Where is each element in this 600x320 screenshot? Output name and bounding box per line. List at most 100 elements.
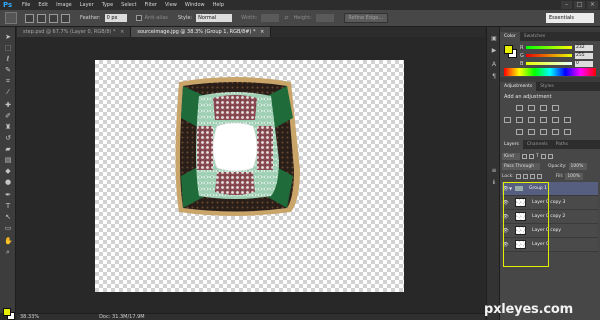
- opacity-input[interactable]: 100%: [568, 162, 587, 170]
- move-tool-icon[interactable]: ➤: [4, 33, 12, 41]
- marquee-tool-icon[interactable]: ⬚: [4, 44, 12, 52]
- menu-file[interactable]: File: [22, 2, 30, 8]
- filter-kind-select[interactable]: Kind: [502, 152, 520, 160]
- menu-layer[interactable]: Layer: [80, 2, 94, 8]
- close-window-button[interactable]: ×: [587, 1, 598, 9]
- menu-image[interactable]: Image: [56, 2, 72, 8]
- subtract-selection-icon[interactable]: [49, 13, 58, 23]
- lock-transparent-icon[interactable]: [515, 173, 521, 179]
- paragraph-panel-icon[interactable]: ¶: [490, 73, 498, 81]
- pen-tool-icon[interactable]: ✒: [4, 191, 12, 199]
- clone-stamp-tool-icon[interactable]: ♜: [4, 123, 12, 131]
- filter-shape-icon[interactable]: [540, 153, 546, 159]
- width-input[interactable]: [261, 14, 280, 22]
- lock-position-icon[interactable]: [529, 173, 535, 179]
- color-balance-icon[interactable]: [528, 117, 535, 123]
- antialias-checkbox[interactable]: [135, 15, 142, 21]
- levels-icon[interactable]: [528, 105, 535, 111]
- green-slider[interactable]: [526, 54, 572, 57]
- close-icon[interactable]: ×: [260, 29, 264, 35]
- invert-icon[interactable]: [516, 129, 523, 135]
- marquee-tool-preset-icon[interactable]: [5, 12, 17, 24]
- blue-slider[interactable]: [526, 62, 572, 65]
- menu-edit[interactable]: Edit: [38, 2, 48, 8]
- tab-color[interactable]: Color: [500, 32, 520, 41]
- height-input[interactable]: [315, 14, 334, 22]
- filter-type-icon[interactable]: T: [536, 154, 539, 159]
- new-selection-icon[interactable]: [25, 13, 34, 23]
- refine-edge-button[interactable]: Refine Edge...: [343, 13, 388, 23]
- red-slider[interactable]: [526, 46, 572, 49]
- tab-sourceimage-jpg[interactable]: sourceimage.jpg @ 38.3% (Group 1, RGB/8#…: [131, 27, 272, 37]
- tab-layers[interactable]: Layers: [500, 140, 523, 149]
- blend-mode-select[interactable]: Pass Through: [502, 162, 540, 170]
- menu-filter[interactable]: Filter: [145, 2, 157, 8]
- menu-view[interactable]: View: [165, 2, 177, 8]
- rectangle-tool-icon[interactable]: ▭: [4, 224, 12, 232]
- color-spectrum-bar[interactable]: [504, 68, 596, 76]
- properties-panel-icon[interactable]: ≡: [490, 167, 498, 175]
- history-brush-tool-icon[interactable]: ↺: [4, 134, 12, 142]
- type-tool-icon[interactable]: T: [4, 202, 12, 210]
- threshold-icon[interactable]: [540, 129, 547, 135]
- eyedropper-tool-icon[interactable]: ⁄: [4, 88, 12, 96]
- lock-all-icon[interactable]: [536, 173, 542, 179]
- workspace-select[interactable]: Essentials: [546, 13, 594, 23]
- tab-paths[interactable]: Paths: [552, 140, 572, 149]
- filter-smart-object-icon[interactable]: [547, 153, 553, 159]
- actions-panel-icon[interactable]: ▶: [490, 47, 498, 55]
- document-canvas[interactable]: [95, 60, 404, 292]
- gradient-tool-icon[interactable]: ▤: [4, 156, 12, 164]
- hand-tool-icon[interactable]: ✋: [4, 237, 13, 245]
- channel-mixer-icon[interactable]: [564, 117, 571, 123]
- menu-help[interactable]: Help: [213, 2, 224, 8]
- menu-window[interactable]: Window: [185, 2, 205, 8]
- menu-select[interactable]: Select: [121, 2, 136, 8]
- maximize-button[interactable]: □: [574, 1, 585, 9]
- tab-styles[interactable]: Styles: [536, 82, 558, 91]
- tab-swatches[interactable]: Swatches: [520, 32, 550, 41]
- black-white-icon[interactable]: [540, 117, 547, 123]
- curves-icon[interactable]: [540, 105, 547, 111]
- eraser-tool-icon[interactable]: ▰: [4, 145, 12, 153]
- minimize-button[interactable]: –: [561, 1, 572, 9]
- info-panel-icon[interactable]: ℹ: [490, 179, 498, 187]
- foreground-color-swatch[interactable]: [504, 45, 513, 54]
- fill-input[interactable]: 100%: [565, 172, 584, 180]
- dodge-tool-icon[interactable]: ●: [4, 178, 12, 186]
- foreground-color-swatch[interactable]: [3, 308, 11, 316]
- filter-pixel-icon[interactable]: [522, 153, 527, 159]
- vibrance-icon[interactable]: [504, 117, 511, 123]
- style-select[interactable]: Normal: [196, 14, 233, 22]
- filter-adjustment-icon[interactable]: [529, 153, 534, 159]
- blue-value[interactable]: 0: [575, 60, 593, 67]
- photo-filter-icon[interactable]: [552, 117, 559, 123]
- hue-saturation-icon[interactable]: [516, 117, 523, 123]
- zoom-tool-icon[interactable]: ⌕: [4, 248, 12, 256]
- swap-icon[interactable]: ⇄: [284, 15, 288, 21]
- tab-step-psd[interactable]: step.psd @ 67.7% (Layer 0, RGB/8) * ×: [17, 27, 132, 37]
- character-panel-icon[interactable]: A: [490, 61, 498, 69]
- selective-color-icon[interactable]: [564, 129, 571, 135]
- close-icon[interactable]: ×: [120, 29, 124, 35]
- tab-channels[interactable]: Channels: [523, 140, 552, 149]
- menu-type[interactable]: Type: [102, 2, 113, 8]
- history-panel-icon[interactable]: ▣: [490, 35, 498, 43]
- zoom-level[interactable]: 38.33%: [20, 314, 39, 320]
- posterize-icon[interactable]: [528, 129, 535, 135]
- intersect-selection-icon[interactable]: [61, 13, 70, 23]
- green-value[interactable]: 255: [575, 52, 593, 59]
- healing-brush-tool-icon[interactable]: ✚: [4, 101, 12, 109]
- blur-tool-icon[interactable]: ◆: [4, 167, 12, 175]
- feather-input[interactable]: 0 px: [104, 14, 127, 22]
- canvas-area[interactable]: [17, 37, 485, 313]
- brush-tool-icon[interactable]: ✐: [4, 112, 12, 120]
- red-value[interactable]: 232: [575, 44, 593, 51]
- crop-tool-icon[interactable]: ⌗: [4, 77, 12, 85]
- lasso-tool-icon[interactable]: ℓ: [4, 55, 12, 63]
- path-selection-tool-icon[interactable]: ↖: [4, 213, 12, 221]
- quick-selection-tool-icon[interactable]: ✎: [4, 66, 12, 74]
- lock-image-icon[interactable]: [522, 173, 528, 179]
- gradient-map-icon[interactable]: [552, 129, 559, 135]
- add-selection-icon[interactable]: [37, 13, 46, 23]
